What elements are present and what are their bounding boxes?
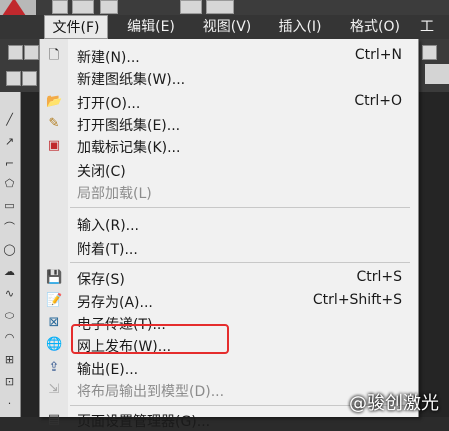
open-folder-icon: 📂 (46, 94, 63, 109)
menu-view[interactable]: 视图(V) (194, 15, 260, 39)
draw-toolbar: ╱ ↗ ⌐ ⬠ ▭ ⌒ ◯ ☁ ∿ ⬭ ◠ ⊞ ⊡ · (0, 92, 21, 417)
layout-export-icon: ⇲ (48, 382, 60, 397)
menu-separator (70, 207, 410, 208)
quick-redo-icon[interactable] (180, 0, 202, 14)
point-icon[interactable]: · (2, 396, 17, 411)
polygon-icon[interactable]: ⬠ (2, 176, 17, 191)
save-as-highlight-box (71, 324, 229, 354)
make-block-icon[interactable]: ⊡ (2, 374, 17, 389)
web-publish-icon: 🌐 (46, 337, 63, 352)
autocad-logo-icon (2, 0, 26, 16)
arc-icon[interactable]: ⌒ (2, 220, 17, 235)
open-sheetset-icon: ✎ (48, 116, 60, 131)
page-setup-icon: ▤ (47, 412, 61, 427)
revision-cloud-icon[interactable]: ☁ (2, 264, 17, 279)
menu-item-load-markup[interactable]: ▣ 加载标记集(K)... (40, 135, 418, 157)
menu-item-close[interactable]: 关闭(C) (40, 159, 418, 181)
watermark-text: @骏创激光 (349, 393, 439, 414)
rectangle-icon[interactable]: ▭ (2, 198, 17, 213)
etransmit-icon: ⊠ (48, 315, 60, 330)
menu-item-new[interactable]: 🗋 新建(N)... Ctrl+N (40, 45, 418, 67)
file-menu-dropdown: 🗋 新建(N)... Ctrl+N 新建图纸集(W)... 📂 打开(O)...… (39, 39, 419, 430)
toolbar-button[interactable] (8, 45, 23, 60)
menu-item-save[interactable]: 💾 保存(S) Ctrl+S (40, 267, 418, 289)
blank-document-icon: 🗋 (48, 48, 60, 63)
menu-insert[interactable]: 插入(I) (270, 15, 330, 39)
title-bar (0, 0, 449, 16)
menu-item-export[interactable]: ⇪ 输出(E)... (40, 357, 418, 379)
menu-tools[interactable]: 工 (420, 15, 449, 39)
line-tool-icon[interactable]: ╱ (2, 112, 17, 127)
menu-item-open[interactable]: 📂 打开(O)... Ctrl+O (40, 91, 418, 113)
save-as-icon: 📝 (46, 293, 63, 308)
app-logo[interactable] (0, 0, 36, 16)
right-toolbar (425, 64, 449, 84)
spline-icon[interactable]: ∿ (2, 286, 17, 301)
insert-block-icon[interactable]: ⊞ (2, 352, 17, 367)
quick-new-icon[interactable] (52, 0, 68, 14)
menu-format[interactable]: 格式(O) (342, 15, 408, 39)
menu-item-open-sheetset[interactable]: ✎ 打开图纸集(E)... (40, 113, 418, 135)
circle-icon[interactable]: ◯ (2, 242, 17, 257)
menu-item-import[interactable]: 输入(R)... (40, 213, 418, 235)
markup-set-icon: ▣ (47, 138, 61, 153)
menu-item-attach[interactable]: 附着(T)... (40, 237, 418, 259)
save-floppy-icon: 💾 (46, 270, 63, 285)
quick-save-icon[interactable] (100, 0, 118, 14)
ellipse-icon[interactable]: ⬭ (2, 308, 17, 323)
polyline-icon[interactable]: ⌐ (2, 156, 17, 171)
quick-plot-icon[interactable] (206, 0, 234, 14)
ellipse-arc-icon[interactable]: ◠ (2, 330, 17, 345)
toolbar-button[interactable] (22, 71, 37, 86)
quick-open-icon[interactable] (72, 0, 94, 14)
menu-file[interactable]: 文件(F) (44, 15, 108, 39)
menu-item-new-sheetset[interactable]: 新建图纸集(W)... (40, 67, 418, 89)
menu-separator (70, 262, 410, 263)
toolbar-button[interactable] (422, 45, 437, 60)
menu-bar: 文件(F) 编辑(E) 视图(V) 插入(I) 格式(O) 工 (0, 15, 449, 39)
menu-item-partial-load: 局部加载(L) (77, 186, 152, 202)
export-icon: ⇪ (48, 360, 60, 375)
menu-edit[interactable]: 编辑(E) (118, 15, 184, 39)
toolbar-button[interactable] (24, 45, 39, 60)
toolbar-button[interactable] (6, 71, 21, 86)
construction-line-icon[interactable]: ↗ (2, 134, 17, 149)
menu-item-save-as[interactable]: 📝 另存为(A)... Ctrl+Shift+S (40, 290, 418, 312)
